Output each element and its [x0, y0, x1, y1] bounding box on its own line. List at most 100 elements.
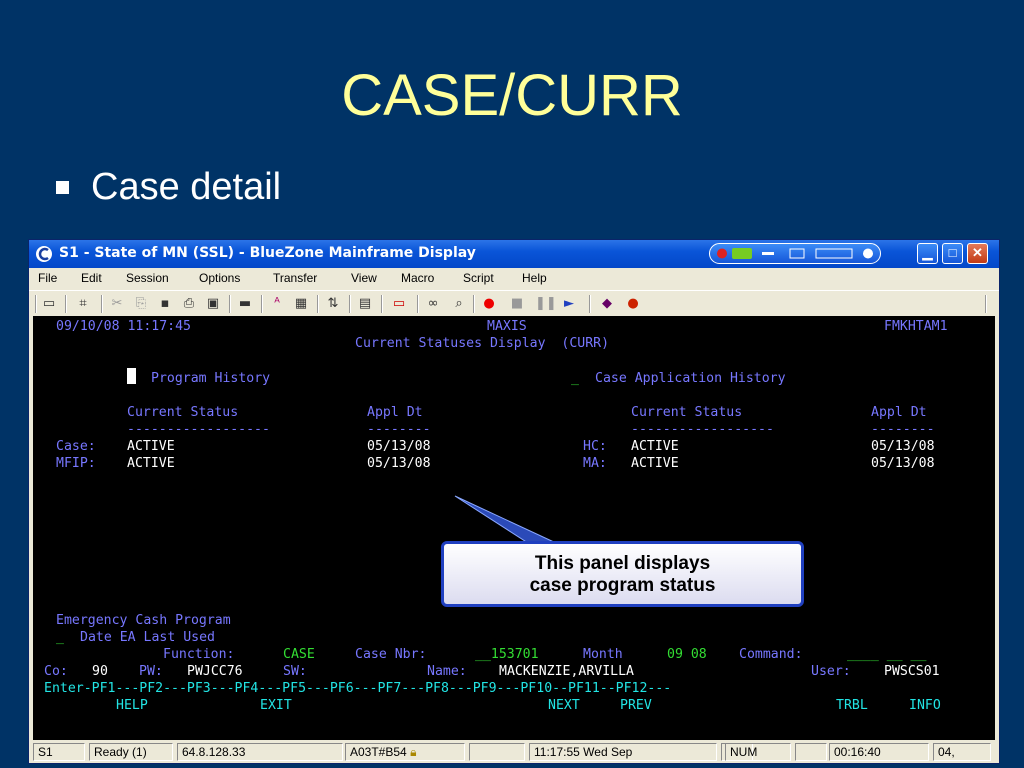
title-bar: S1 - State of MN (SSL) - BlueZone Mainfr… — [29, 240, 999, 268]
callout-line-1: This panel displays — [534, 553, 711, 574]
toolbar-separator — [589, 295, 591, 313]
terminal-screen[interactable]: 09/10/08 11:17:45 MAXIS FMKHTAM1 Current… — [33, 316, 995, 740]
left-date-header: Appl Dt — [367, 405, 423, 420]
menu-options[interactable]: Options — [199, 271, 240, 285]
print-icon[interactable]: ⎙ — [181, 296, 197, 312]
terminal-datetime: 09/10/08 11:17:45 — [56, 319, 191, 334]
mfip-status: ACTIVE — [127, 456, 175, 471]
co-value: 90 — [92, 664, 108, 679]
callout-line-2: case program status — [529, 575, 716, 596]
display-icon[interactable]: ▬ — [237, 296, 253, 312]
window-title: S1 - State of MN (SSL) - BlueZone Mainfr… — [59, 245, 476, 261]
toolbar-separator — [473, 295, 475, 313]
terminal-system: MAXIS — [487, 319, 527, 334]
maximize-button[interactable]: □ — [942, 243, 963, 264]
month-field[interactable]: 09 08 — [667, 647, 707, 662]
command-field[interactable]: ____ __ __ — [847, 647, 926, 662]
toolbar-separator — [381, 295, 383, 313]
toolbar-separator — [317, 295, 319, 313]
ma-appl-date: 05/13/08 — [871, 456, 935, 471]
titlebar-toolbar-icons — [717, 248, 873, 259]
menu-file[interactable]: File — [38, 271, 57, 285]
mfip-appl-date: 05/13/08 — [367, 456, 431, 471]
bluezone-app-icon — [36, 246, 52, 262]
status-elapsed: 00:16:40 — [829, 743, 929, 761]
pw-label: PW: — [139, 664, 163, 679]
pf-key-line: Enter-PF1---PF2---PF3---PF4---PF5---PF6-… — [44, 681, 672, 696]
record-icon[interactable]: ● — [481, 296, 497, 312]
status-position: 04, — [933, 743, 991, 761]
case-nbr-field[interactable]: __153701 — [475, 647, 539, 662]
transfer-icon[interactable]: ⇅ — [325, 296, 341, 312]
menu-script[interactable]: Script — [463, 271, 494, 285]
paste-icon[interactable]: ▣ — [205, 296, 221, 312]
status-blank — [469, 743, 525, 761]
hc-status: ACTIVE — [631, 439, 679, 454]
status-blank-3 — [795, 743, 827, 761]
pf-keys-icon[interactable]: ▭ — [391, 296, 407, 312]
name-value: MACKENZIE,ARVILLA — [499, 664, 634, 679]
close-button[interactable]: ✕ — [967, 243, 988, 264]
user-label: User: — [811, 664, 851, 679]
status-num: NUM — [725, 743, 791, 761]
cursor-block[interactable] — [127, 368, 136, 384]
bullet-square-icon — [56, 181, 69, 194]
find-icon[interactable]: ∞ — [425, 296, 441, 312]
case-appl-date: 05/13/08 — [367, 439, 431, 454]
hc-label: HC: — [583, 439, 607, 454]
function-field[interactable]: CASE — [283, 647, 315, 662]
menu-view[interactable]: View — [351, 271, 377, 285]
grid-icon[interactable]: ▦ — [293, 296, 309, 312]
book-icon[interactable]: ◆ — [599, 296, 615, 312]
toolbar-separator — [35, 295, 37, 313]
date-ea-field[interactable]: _ — [56, 630, 64, 645]
menu-session[interactable]: Session — [126, 271, 169, 285]
bluezone-window: S1 - State of MN (SSL) - BlueZone Mainfr… — [28, 239, 1000, 764]
pf12-info[interactable]: INFO — [909, 698, 941, 713]
pf11-trbl[interactable]: TRBL — [836, 698, 868, 713]
left-status-divider: ------------------ — [127, 422, 270, 437]
mfip-label: MFIP: — [56, 456, 96, 471]
emergency-cash-label: Emergency Cash Program — [56, 613, 231, 628]
pf8-prev[interactable]: PREV — [620, 698, 652, 713]
minimize-button[interactable]: ▁ — [917, 243, 938, 264]
toolbar-separator — [65, 295, 67, 313]
menu-help[interactable]: Help — [522, 271, 547, 285]
user-value: PWSCS01 — [884, 664, 940, 679]
pf1-help[interactable]: HELP — [116, 698, 148, 713]
menu-edit[interactable]: Edit — [81, 271, 102, 285]
right-date-header: Appl Dt — [871, 405, 927, 420]
status-ready: Ready (1) — [89, 743, 173, 761]
bullet-text: Case detail — [91, 166, 282, 208]
play-icon[interactable]: ► — [561, 296, 577, 312]
right-date-divider: -------- — [871, 422, 935, 437]
stop-icon[interactable]: ■ — [509, 296, 525, 312]
cut-icon[interactable]: ✂ — [109, 296, 125, 312]
menu-macro[interactable]: Macro — [401, 271, 434, 285]
toolbar-separator — [349, 295, 351, 313]
connect-icon[interactable]: ▭ — [41, 296, 57, 312]
font-icon[interactable]: ᴬ — [269, 296, 285, 312]
apple-icon[interactable]: ● — [625, 296, 641, 312]
left-date-divider: -------- — [367, 422, 431, 437]
zoom-icon[interactable]: ⌕ — [451, 296, 467, 312]
date-ea-label: Date EA Last Used — [80, 630, 215, 645]
command-label: Command: — [739, 647, 803, 662]
lock-icon: 🔒︎ — [410, 745, 417, 759]
network-icon[interactable]: ⌗ — [75, 296, 91, 312]
pf3-exit[interactable]: EXIT — [260, 698, 292, 713]
case-app-history-option: Case Application History — [595, 371, 786, 386]
status-time: 11:17:55 Wed Sep — [529, 743, 717, 761]
pause-icon[interactable]: ❚❚ — [535, 296, 557, 312]
status-session: S1 — [33, 743, 85, 761]
script-icon[interactable]: ▤ — [357, 296, 373, 312]
program-history-option[interactable]: Program History — [151, 371, 270, 386]
toolbar: ▭ ⌗ ✂ ⎘ ▪ ⎙ ▣ ▬ ᴬ ▦ ⇅ ▤ ▭ ∞ ⌕ ● ■ ❚❚ ► ◆… — [29, 290, 999, 317]
menu-transfer[interactable]: Transfer — [273, 271, 317, 285]
pf7-next[interactable]: NEXT — [548, 698, 580, 713]
case-app-history-field[interactable]: _ — [571, 371, 579, 386]
menu-bar: File Edit Session Options Transfer View … — [29, 268, 999, 288]
save-icon[interactable]: ▪ — [157, 296, 173, 312]
extra-title-buttons[interactable] — [709, 243, 881, 264]
copy-icon[interactable]: ⎘ — [133, 296, 149, 312]
